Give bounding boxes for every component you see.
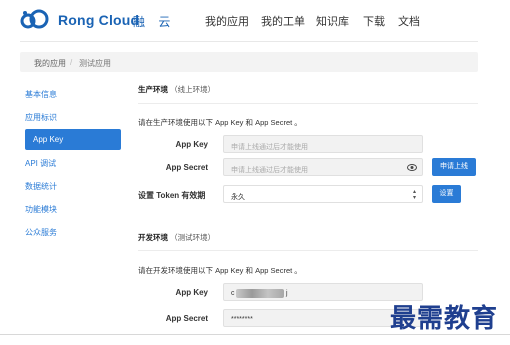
rong-cloud-logo-icon[interactable] — [20, 7, 50, 31]
watermark-logo: 最需教育 — [390, 304, 499, 334]
sidebar-item-api-debug[interactable]: API 调试 — [25, 158, 56, 169]
nav-my-tickets[interactable]: 我的工单 — [261, 13, 305, 29]
brand-name-cn[interactable]: 融 云 — [133, 13, 175, 30]
sidebar-item-label: App Key — [33, 135, 64, 144]
production-app-key-label: App Key — [175, 140, 208, 149]
brand-name[interactable]: Rong Cloud — [58, 12, 139, 28]
header-divider — [20, 41, 478, 42]
eye-icon[interactable] — [407, 164, 417, 171]
production-app-secret-field[interactable]: 申请上线通过后才能使用 — [223, 158, 423, 176]
apply-online-button[interactable]: 申请上线 — [432, 158, 476, 176]
breadcrumb-current: 测试应用 — [79, 59, 111, 68]
nav-my-apps[interactable]: 我的应用 — [205, 13, 249, 29]
development-description: 请在开发环境使用以下 App Key 和 App Secret 。 — [138, 266, 302, 275]
redacted-app-key — [236, 289, 284, 298]
breadcrumb: 我的应用 / 测试应用 — [20, 52, 478, 72]
sidebar-item-app-identity[interactable]: 应用标识 — [25, 112, 57, 123]
production-section-title: 生产环境 （线上环境） — [138, 85, 216, 94]
sidebar-item-feature-modules[interactable]: 功能模块 — [25, 204, 57, 215]
production-description: 请在生产环境使用以下 App Key 和 App Secret 。 — [138, 118, 302, 127]
breadcrumb-home[interactable]: 我的应用 — [34, 58, 66, 69]
development-app-secret-label: App Secret — [165, 314, 208, 323]
production-app-secret-label: App Secret — [165, 163, 208, 172]
breadcrumb-separator: / — [70, 58, 73, 67]
development-app-key-label: App Key — [175, 288, 208, 297]
production-section-subtitle: （线上环境） — [170, 85, 216, 94]
sidebar-item-app-key[interactable]: App Key — [25, 129, 121, 150]
sidebar-item-public-service[interactable]: 公众服务 — [25, 227, 57, 238]
section-divider — [138, 250, 478, 251]
select-arrows-icon: ▴ ▾ — [412, 189, 416, 201]
production-app-key-field[interactable]: 申请上线通过后才能使用 — [223, 135, 423, 153]
set-token-button[interactable]: 设置 — [432, 185, 461, 203]
nav-knowledge-base[interactable]: 知识库 — [316, 13, 349, 29]
section-divider — [138, 103, 478, 104]
top-navigation-bar: Rong Cloud 融 云 我的应用 我的工单 知识库 下载 文档 — [0, 0, 510, 40]
token-expiry-select[interactable]: 永久 ▴ ▾ — [223, 185, 423, 203]
development-section-title: 开发环境 （测试环境） — [138, 233, 216, 242]
token-expiry-label: 设置 Token 有效期 — [138, 191, 206, 200]
development-section-subtitle: （测试环境） — [170, 233, 216, 242]
nav-docs[interactable]: 文档 — [398, 13, 420, 29]
sidebar-item-statistics[interactable]: 数据统计 — [25, 181, 57, 192]
nav-download[interactable]: 下载 — [363, 13, 385, 29]
sidebar-item-basic-info[interactable]: 基本信息 — [25, 89, 57, 100]
